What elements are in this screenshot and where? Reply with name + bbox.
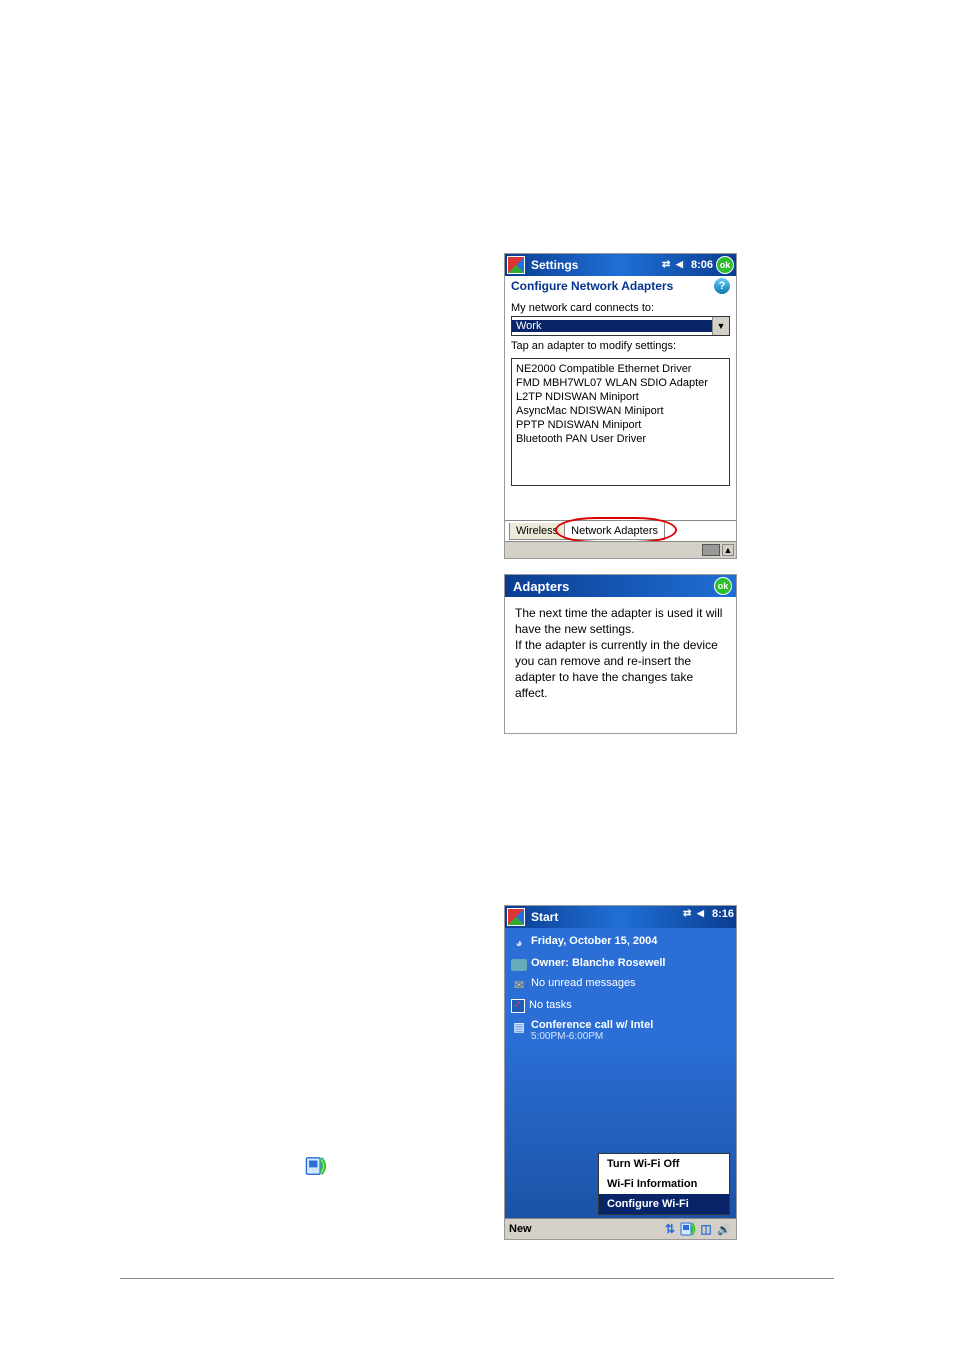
ok-button[interactable]: ok (716, 256, 734, 274)
wifi-context-menu: Turn Wi-Fi Off Wi-Fi Information Configu… (598, 1153, 730, 1215)
adapters-dialog-title-bar: Adapters ok (505, 575, 736, 597)
dropdown-value: Work (512, 320, 712, 332)
today-appointment-row[interactable]: Conference call w/ Intel 5:00PM-6:00PM (507, 1016, 734, 1045)
today-owner-row[interactable]: Owner: Blanche Rosewell (507, 954, 734, 974)
wifi-tray-icon-inline (305, 1155, 327, 1177)
connects-to-dropdown[interactable]: Work ▼ (511, 316, 730, 336)
today-owner: Owner: Blanche Rosewell (531, 957, 665, 969)
today-date: Friday, October 15, 2004 (531, 935, 657, 947)
today-tasks: No tasks (529, 999, 572, 1011)
settings-title: Settings (531, 258, 578, 272)
tab-strip: Wireless Network Adapters (505, 520, 736, 540)
adapters-dialog-message: The next time the adapter is used it wil… (505, 597, 736, 709)
list-item[interactable]: Bluetooth PAN User Driver (516, 432, 725, 446)
menu-turn-wifi-off[interactable]: Turn Wi-Fi Off (599, 1154, 729, 1174)
task-icon (511, 999, 525, 1013)
list-item[interactable]: NE2000 Compatible Ethernet Driver (516, 362, 725, 376)
appointment-title: Conference call w/ Intel (531, 1019, 653, 1031)
sip-up-arrow-icon[interactable]: ▲ (722, 544, 734, 556)
system-status-icons[interactable] (662, 259, 688, 271)
tap-adapter-label: Tap an adapter to modify settings: (511, 340, 730, 352)
tray-rotate-icon[interactable] (698, 1221, 714, 1237)
tray-bluetooth-icon[interactable] (716, 1221, 732, 1237)
menu-wifi-information[interactable]: Wi-Fi Information (599, 1174, 729, 1194)
ok-button[interactable]: ok (714, 577, 732, 595)
connectivity-icon[interactable] (683, 908, 695, 920)
today-list: Friday, October 15, 2004 Owner: Blanche … (505, 928, 736, 1045)
today-date-row[interactable]: Friday, October 15, 2004 (507, 932, 734, 954)
today-screenshot: Start 8:16 Friday, October 15, 2004 Owne… (504, 905, 737, 1240)
tray-network-icon[interactable] (662, 1221, 678, 1237)
connects-to-label: My network card connects to: (511, 302, 730, 314)
adapters-dialog-screenshot: Adapters ok The next time the adapter is… (504, 574, 737, 734)
keyboard-icon[interactable] (702, 544, 720, 556)
menu-configure-wifi[interactable]: Configure Wi-Fi (599, 1194, 729, 1214)
today-title-bar: Start 8:16 (505, 906, 736, 928)
help-icon[interactable]: ? (714, 278, 730, 294)
list-item[interactable]: AsyncMac NDISWAN Miniport (516, 404, 725, 418)
settings-screenshot: Settings 8:06 ok Configure Network Adapt… (504, 253, 737, 559)
new-softkey[interactable]: New (509, 1223, 532, 1235)
settings-subheader: Configure Network Adapters ? (505, 276, 736, 296)
appointment-time: 5:00PM-6:00PM (531, 1031, 653, 1042)
list-item[interactable]: FMD MBH7WL07 WLAN SDIO Adapter (516, 376, 725, 390)
today-bottom-bar: New (505, 1218, 736, 1239)
volume-icon[interactable] (676, 259, 688, 271)
tray-icons (662, 1221, 732, 1237)
today-title[interactable]: Start (531, 910, 558, 924)
chevron-down-icon[interactable]: ▼ (712, 317, 729, 335)
today-messages: No unread messages (531, 977, 636, 989)
page-footer-rule (120, 1278, 834, 1279)
list-item[interactable]: L2TP NDISWAN Miniport (516, 390, 725, 404)
connectivity-icon[interactable] (662, 259, 674, 271)
tab-network-adapters[interactable]: Network Adapters (565, 523, 665, 540)
adapter-list[interactable]: NE2000 Compatible Ethernet Driver FMD MB… (511, 358, 730, 486)
volume-icon[interactable] (697, 908, 709, 920)
calendar-icon (511, 1019, 527, 1035)
windows-flag-icon[interactable] (507, 908, 525, 926)
today-tasks-row[interactable]: No tasks (507, 996, 734, 1016)
owner-card-icon (511, 959, 527, 971)
windows-flag-icon[interactable] (507, 256, 525, 274)
clock[interactable]: 8:06 (691, 259, 713, 271)
tray-wifi-icon[interactable] (680, 1221, 696, 1237)
list-item[interactable]: PPTP NDISWAN Miniport (516, 418, 725, 432)
clock[interactable]: 8:16 (712, 908, 734, 920)
settings-title-bar: Settings 8:06 ok (505, 254, 736, 276)
today-messages-row[interactable]: No unread messages (507, 974, 734, 996)
clock-icon (511, 935, 527, 951)
adapters-dialog-title: Adapters (513, 579, 569, 594)
system-status-icons[interactable] (683, 908, 709, 920)
page-heading: Configure Network Adapters (511, 279, 673, 293)
mail-icon (511, 977, 527, 993)
tab-wireless[interactable]: Wireless (509, 523, 565, 540)
sip-bar: ▲ (505, 541, 736, 558)
